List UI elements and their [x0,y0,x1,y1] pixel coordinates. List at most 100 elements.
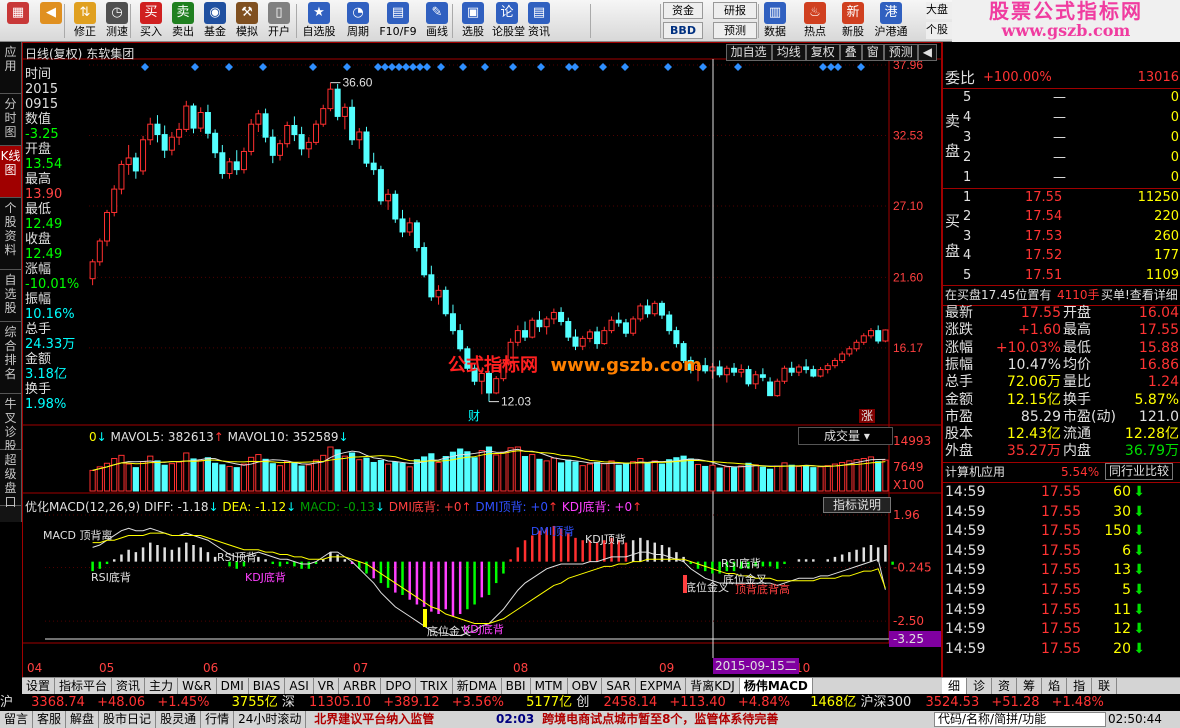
buy-row[interactable]: 4 17.52 177 [943,246,1180,266]
left-tab-3[interactable]: 个股资料 [0,198,21,270]
indicator-tab-0[interactable]: 设置 [22,678,56,694]
toolbar-separator [758,4,759,38]
chart-button-6[interactable]: ◀ [917,44,937,61]
buy-row[interactable]: 2 17.54 220 [943,207,1180,227]
indicator-tab-14[interactable]: MTM [531,678,568,694]
buy-row[interactable]: 3 17.53 260 [943,227,1180,247]
chart-button-5[interactable]: 预测 [883,44,918,61]
toolbar-select-button[interactable]: ▣ 选股 [456,0,490,42]
right-tab-4[interactable]: 焰 [1042,678,1068,694]
toolbar-ipo-button[interactable]: 新新股 [838,0,868,42]
sell-row[interactable]: 5 — 0 [943,88,1180,108]
status-item-6[interactable]: 24小时滚动 [234,711,307,728]
left-tab-5[interactable]: 综合排名 [0,322,21,394]
code-search-input[interactable]: 代码/名称/简拼/功能 [934,712,1106,727]
indicator-tab-18[interactable]: 背离KDJ [686,678,740,694]
research-button[interactable]: 研报 [713,2,757,19]
toolbar-data-button[interactable]: ▥ 数据 [760,0,790,42]
chart-button-4[interactable]: 窗 [861,44,884,61]
status-item-2[interactable]: 解盘 [66,711,100,728]
sell-row[interactable]: 3 — 0 [943,128,1180,148]
sell-row[interactable]: 4 — 0 [943,108,1180,128]
candle-body [543,318,550,328]
toolbar-sell-button[interactable]: 卖卖出 [168,0,198,42]
toolbar-clock-button[interactable]: ◷ 测速 [102,0,132,42]
left-tab-7[interactable]: 超级盘口 [0,450,21,509]
status-item-0[interactable]: 留言 [0,711,34,728]
status-news1[interactable]: 北界建议平台纳入监管 [314,712,434,726]
indicator-tab-7[interactable]: ASI [285,678,314,694]
indicator-tab-19[interactable]: 杨伟MACD [739,678,813,694]
toolbar-hot-button[interactable]: ♨ 热点 [800,0,830,42]
indicator-help-button[interactable]: 指标说明 [823,497,891,513]
sz-label: 深 [281,695,295,710]
toolbar-pen-button[interactable]: ✎ 画线 [420,0,454,42]
sell-row[interactable]: 2 — 0 [943,148,1180,168]
toolbar-grid-button[interactable]: ▦ [4,0,32,42]
left-tab-4[interactable]: 自选股 [0,270,21,322]
industry-compare-button[interactable]: 同行业比较 [1105,463,1174,480]
toolbar-star-button[interactable]: ★ 自选股 [300,0,338,42]
indicator-tab-17[interactable]: EXPMA [636,678,687,694]
indicator-tab-16[interactable]: SAR [602,678,636,694]
right-tab-6[interactable]: 联 [1092,678,1118,694]
right-tab-1[interactable]: 诊 [967,678,993,694]
indicator-tab-15[interactable]: OBV [568,678,603,694]
indicator-tab-2[interactable]: 资讯 [112,678,146,694]
bbd-button[interactable]: BBD [663,22,703,39]
toolbar-door-button[interactable]: ▯ 开户 [264,0,294,42]
right-tab-5[interactable]: 指 [1067,678,1093,694]
status-item-1[interactable]: 客服 [33,711,67,728]
left-tab-1[interactable]: 分时图 [0,94,21,146]
indicator-tab-10[interactable]: DPO [381,678,417,694]
buy-row[interactable]: 1 17.55 11250 [943,188,1180,208]
chart-button-2[interactable]: 复权 [805,44,840,61]
toolbar-f10-button[interactable]: ▤ F10/F9 [378,0,418,42]
volume-bar [651,460,658,492]
toolbar-hammer-button[interactable]: ⚒ 模拟 [232,0,262,42]
toolbar-up-down-button[interactable]: ⇅ 修正 [70,0,100,42]
indicator-tab-8[interactable]: VR [314,678,340,694]
chart-button-3[interactable]: 叠 [839,44,862,61]
big-order-row[interactable]: 在买盘17.45位置有 4110手 买单!查看详细 [943,285,1180,305]
status-news2[interactable]: 跨境电商试点城市暂至8个，监管体系待完善 [542,712,778,726]
buy-row[interactable]: 5 17.51 1109 [943,266,1180,286]
indicator-tab-1[interactable]: 指标平台 [55,678,113,694]
toolbar-fund-button[interactable]: ◉ 基金 [200,0,230,42]
left-tab-0[interactable]: 应用 [0,42,21,94]
status-item-4[interactable]: 股灵通 [156,711,202,728]
big-order-link[interactable]: 买单!查看详细 [1101,285,1178,305]
signal-diamond-icon [395,63,403,71]
right-tab-2[interactable]: 资 [992,678,1018,694]
toolbar-chat-button[interactable]: 论论股堂 [492,0,525,42]
chart-button-0[interactable]: 加自选 [725,44,772,61]
right-tab-3[interactable]: 筹 [1017,678,1043,694]
status-item-5[interactable]: 行情 [201,711,235,728]
volume-indicator-select[interactable]: 成交量 ▾ [798,427,893,445]
indicator-tab-9[interactable]: ARBR [339,678,382,694]
indicator-tab-5[interactable]: DMI [217,678,249,694]
right-tab-0[interactable]: 细 [942,678,968,694]
toolbar-hk-button[interactable]: 港沪港通 [874,0,908,42]
left-tab-2[interactable]: K线图 [0,146,21,198]
toolbar-period-button[interactable]: ◔ 周期 [340,0,376,42]
indicator-tab-12[interactable]: 新DMA [453,678,502,694]
indicator-tab-6[interactable]: BIAS [249,678,286,694]
left-tab-6[interactable]: 牛叉诊股 [0,394,21,453]
forecast-button[interactable]: 预测 [713,22,757,39]
sell-row[interactable]: 1 — 0 [943,168,1180,188]
chart-button-1[interactable]: 均线 [771,44,806,61]
fund-button[interactable]: 资金 [663,2,703,19]
toolbar-label: 模拟 [236,25,258,38]
status-item-3[interactable]: 股市日记 [99,711,157,728]
indicator-tab-13[interactable]: BBI [502,678,531,694]
kline-chart-area[interactable]: 37.96 32.53 27.10 21.60 16.17 36.60 12.03 财涨 149… [22,42,942,682]
indicator-tab-4[interactable]: W&R [178,678,217,694]
toolbar-news-button[interactable]: ▤ 资讯 [524,0,554,42]
toolbar-buy-button[interactable]: 买买入 [136,0,166,42]
candle-body [644,305,651,315]
indicator-tab-11[interactable]: TRIX [416,678,453,694]
toolbar-back-arrow-button[interactable]: ◀ [34,0,68,42]
indicator-tab-3[interactable]: 主力 [145,678,179,694]
candle-body [341,106,348,117]
